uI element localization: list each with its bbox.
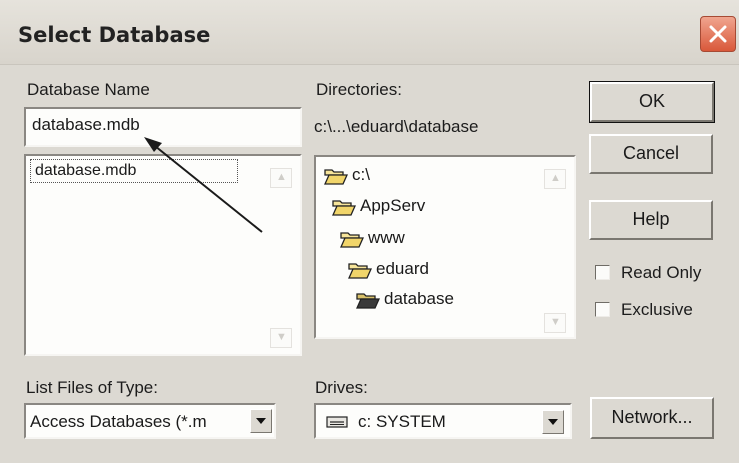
file-type-label: List Files of Type:: [26, 378, 158, 397]
tree-scroll-down-arrow[interactable]: ▼: [544, 313, 566, 333]
current-path: c:\...\eduard\database: [314, 117, 479, 136]
chevron-down-icon: [548, 419, 558, 425]
read-only-label: Read Only: [621, 263, 702, 282]
network-button[interactable]: Network...: [590, 397, 714, 439]
directory-tree[interactable]: c:\ AppServ www eduard database ▲ ▼: [314, 155, 576, 339]
file-type-value: Access Databases (*.m: [30, 412, 207, 431]
drives-value: c: SYSTEM: [358, 412, 446, 431]
drive-icon: [326, 416, 348, 428]
read-only-checkbox[interactable]: [595, 265, 610, 280]
open-folder-icon: [332, 200, 356, 216]
drives-label: Drives:: [315, 378, 368, 397]
open-folder-icon: [340, 232, 364, 248]
file-type-select[interactable]: Access Databases (*.m: [24, 403, 276, 439]
open-folder-icon: [324, 169, 348, 185]
help-button[interactable]: Help: [589, 200, 713, 240]
ok-button[interactable]: OK: [589, 81, 715, 123]
exclusive-label: Exclusive: [621, 300, 693, 319]
chevron-down-icon: [256, 418, 266, 424]
directories-label: Directories:: [316, 80, 402, 99]
exclusive-checkbox[interactable]: [595, 302, 610, 317]
file-type-dropdown-button[interactable]: [250, 409, 272, 433]
open-folder-icon: [356, 293, 380, 309]
drives-dropdown-button[interactable]: [542, 410, 564, 434]
cancel-button[interactable]: Cancel: [589, 134, 713, 174]
open-folder-icon: [348, 263, 372, 279]
drives-select[interactable]: c: SYSTEM: [314, 403, 572, 439]
tree-scroll-up-arrow[interactable]: ▲: [544, 169, 566, 189]
